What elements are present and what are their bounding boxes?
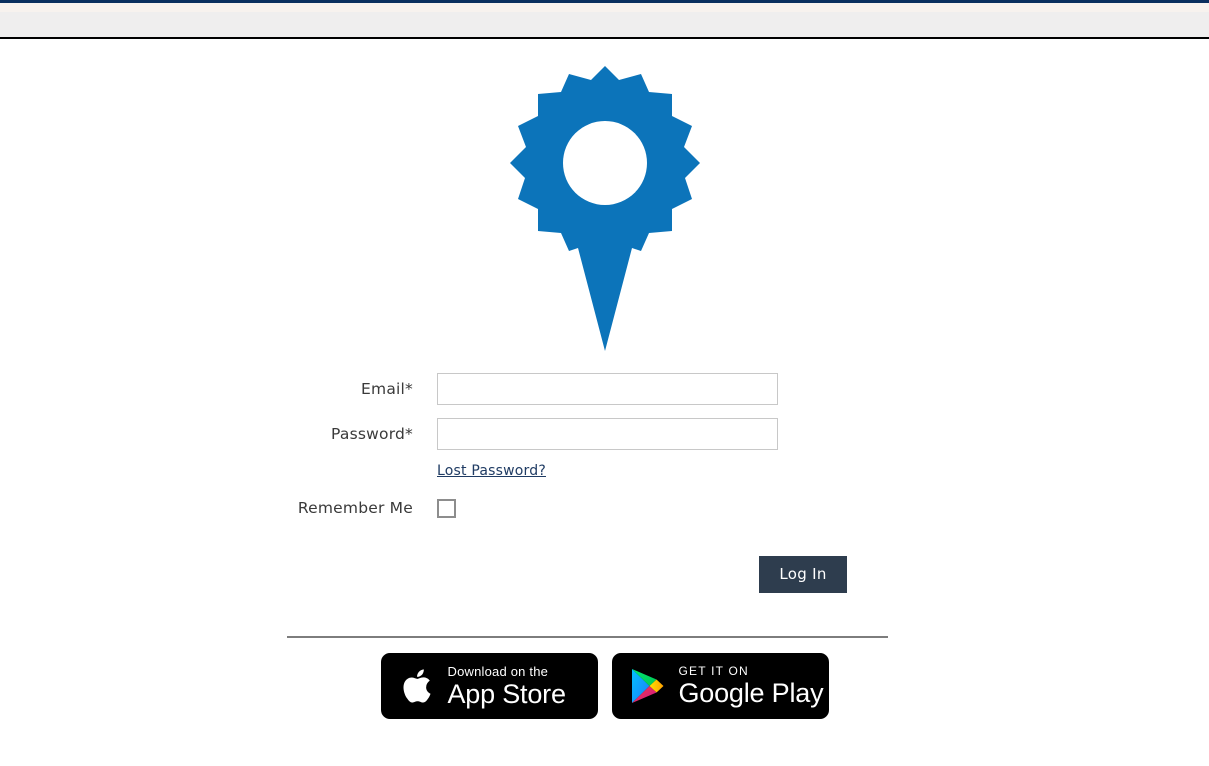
- browser-chrome-bar: [0, 0, 1209, 39]
- lost-password-link[interactable]: Lost Password?: [437, 463, 546, 479]
- section-divider: [287, 636, 888, 638]
- remember-me-row: Remember Me: [0, 486, 1209, 530]
- remember-me-label: Remember Me: [297, 499, 413, 517]
- email-field-cell: [437, 372, 797, 405]
- lost-password-row: Lost Password?: [0, 456, 1209, 486]
- login-button[interactable]: Log In: [759, 556, 847, 593]
- email-label: Email*: [361, 379, 413, 398]
- password-label: Password*: [331, 424, 413, 443]
- apple-icon: [403, 669, 430, 703]
- login-form: Email* Password* Lost Password? Remember…: [0, 366, 1209, 593]
- remember-me-cell: [437, 498, 797, 518]
- password-input[interactable]: [437, 417, 778, 450]
- password-field-cell: [437, 417, 797, 450]
- google-play-large-text: Google Play: [678, 678, 824, 708]
- email-row: Email*: [0, 366, 1209, 411]
- login-button-spacer: [0, 556, 759, 593]
- login-button-row: Log In: [0, 556, 1209, 593]
- app-store-large-text: App Store: [447, 678, 566, 709]
- google-play-badge-text: GET IT ON Google Play: [679, 665, 824, 707]
- remember-me-checkbox[interactable]: [437, 498, 456, 518]
- google-play-icon: [631, 669, 663, 703]
- app-store-small-text: Download on the: [447, 663, 549, 679]
- app-store-badge-text: Download on the App Store: [448, 665, 566, 708]
- lost-password-cell: Lost Password?: [437, 463, 797, 479]
- google-play-badge[interactable]: GET IT ON Google Play: [611, 653, 829, 719]
- chrome-inner-band: [0, 3, 1209, 12]
- app-store-badge[interactable]: Download on the App Store: [380, 653, 598, 719]
- login-page: Email* Password* Lost Password? Remember…: [0, 41, 1209, 766]
- store-badges-container: Download on the App Store GET IT ON Goog…: [0, 653, 1209, 719]
- logo-container: [0, 66, 1209, 351]
- email-input[interactable]: [437, 372, 778, 405]
- gear-map-pin-icon: [509, 66, 700, 351]
- google-play-small-text: GET IT ON: [678, 664, 749, 678]
- password-row: Password*: [0, 411, 1209, 456]
